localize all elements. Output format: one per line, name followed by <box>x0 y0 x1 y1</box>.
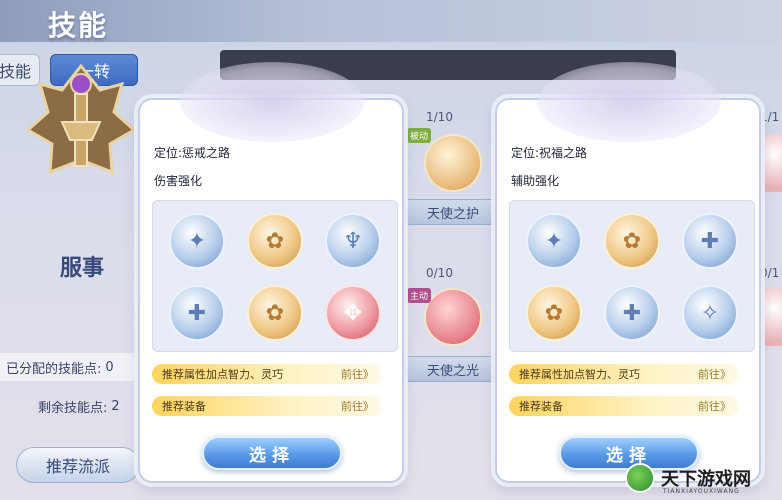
skill-icon[interactable]: ✿ <box>526 285 582 341</box>
watermark-subtext: TIANXIAYOUXIWANG <box>663 488 740 495</box>
allocated-points-value: 0 <box>105 359 114 375</box>
attribute-recommendation[interactable]: 推荐属性加点智力、灵巧 前往》 <box>152 364 382 384</box>
watermark-logo-icon <box>625 463 655 493</box>
select-button[interactable]: 选择 <box>202 436 342 470</box>
skill-icon[interactable]: ✚ <box>169 285 225 341</box>
skill-icon[interactable]: ✿ <box>604 213 660 269</box>
card-position: 定位:惩戒之路 <box>154 146 231 160</box>
attribute-recommendation[interactable]: 推荐属性加点智力、灵巧 前往》 <box>509 364 739 384</box>
skill-icon[interactable]: ✚ <box>604 285 660 341</box>
go-link[interactable]: 前往》 <box>698 366 731 382</box>
skill-icon[interactable]: ✦ <box>169 213 225 269</box>
card-ornament <box>180 62 364 142</box>
skill-icon[interactable]: ✿ <box>247 213 303 269</box>
card-role: 辅助强化 <box>511 174 560 188</box>
site-watermark: 天下游戏网 TIANXIAYOUXIWANG <box>625 460 775 496</box>
page-title: 技能 <box>48 9 109 42</box>
allocated-points-label: 已分配的技能点: <box>6 361 102 377</box>
attribute-recommendation-label: 推荐属性加点智力、灵巧 <box>519 368 640 381</box>
top-bar <box>0 0 782 42</box>
card-role: 伤害强化 <box>154 174 203 188</box>
edge-skill-node[interactable] <box>758 134 782 192</box>
skill-icon[interactable]: ✧ <box>682 285 738 341</box>
allocated-points-row: 已分配的技能点: 0 <box>0 353 145 381</box>
skill-icon[interactable]: ✦ <box>526 213 582 269</box>
skill-node-angel-guard[interactable] <box>424 134 482 192</box>
go-link[interactable]: 前往》 <box>341 366 374 382</box>
build-card-blessing: 定位:祝福之路 辅助强化 ✦ ✿ ✚ ✿ ✚ ✧ 推荐属性加点智力、灵巧 前往》… <box>495 62 761 483</box>
class-emblem-icon <box>25 63 137 175</box>
edge-skill-node[interactable] <box>758 288 782 346</box>
edge-skill-count: 1/1 <box>760 110 780 124</box>
edge-skill-count: 0/1 <box>760 266 780 280</box>
equipment-recommendation-label: 推荐装备 <box>519 400 563 413</box>
card-ornament <box>537 62 721 142</box>
skill-node-label: 天使之光 <box>405 356 501 382</box>
class-name: 服事 <box>60 256 105 281</box>
skill-level-count: 1/10 <box>426 110 453 124</box>
remaining-points-row: 剩余技能点: 2 <box>0 392 145 420</box>
equipment-recommendation[interactable]: 推荐装备 前往》 <box>509 396 739 416</box>
card-position: 定位:祝福之路 <box>511 146 588 160</box>
go-link[interactable]: 前往》 <box>341 398 374 414</box>
equipment-recommendation[interactable]: 推荐装备 前往》 <box>152 396 382 416</box>
skill-grid: ✦ ✿ ✚ ✿ ✚ ✧ <box>509 200 755 352</box>
remaining-points-value: 2 <box>111 398 120 414</box>
equipment-recommendation-label: 推荐装备 <box>162 400 206 413</box>
skill-level-count: 0/10 <box>426 266 453 280</box>
skill-node-angel-light[interactable] <box>424 288 482 346</box>
build-card-punish: 定位:惩戒之路 伤害强化 ✦ ✿ ♆ ✚ ✿ ✥ 推荐属性加点智力、灵巧 前往》… <box>138 62 404 483</box>
recommend-build-button[interactable]: 推荐流派 <box>16 447 140 483</box>
passive-tag: 被动 <box>407 128 432 143</box>
go-link[interactable]: 前往》 <box>698 398 731 414</box>
remaining-points-label: 剩余技能点: <box>38 400 108 416</box>
skill-icon[interactable]: ✥ <box>325 285 381 341</box>
attribute-recommendation-label: 推荐属性加点智力、灵巧 <box>162 368 283 381</box>
skill-icon[interactable]: ♆ <box>325 213 381 269</box>
skill-icon[interactable]: ✿ <box>247 285 303 341</box>
skill-icon[interactable]: ✚ <box>682 213 738 269</box>
active-tag: 主动 <box>407 288 432 303</box>
skill-grid: ✦ ✿ ♆ ✚ ✿ ✥ <box>152 200 398 352</box>
skill-node-label: 天使之护 <box>405 199 501 225</box>
